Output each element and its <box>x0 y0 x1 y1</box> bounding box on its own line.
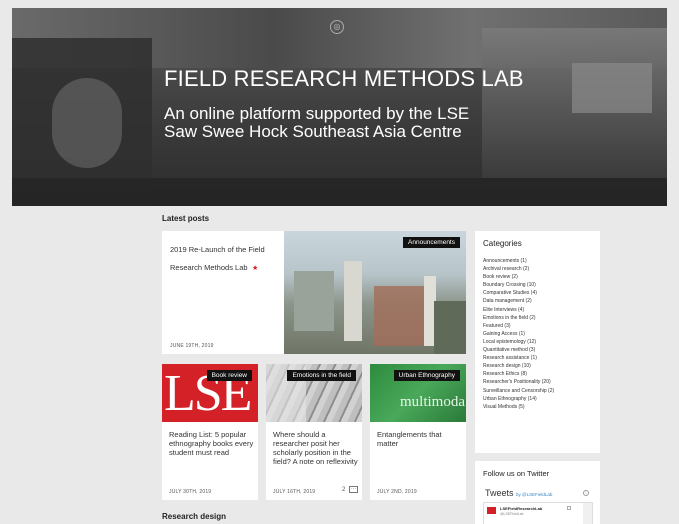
tweets-by-link[interactable]: by @LSEFieldLab <box>516 492 552 497</box>
featured-post-image[interactable]: Announcements <box>284 231 466 354</box>
post-card[interactable]: Emotions in the field Where should a res… <box>266 364 362 500</box>
city-tower <box>344 261 362 341</box>
post-date: JULY 30TH, 2019 <box>169 489 212 495</box>
post-image-lse[interactable]: LSE Book review <box>162 364 258 422</box>
tweets-label-wrap: Tweets by @LSEFieldLab <box>485 488 552 498</box>
post-category-tag[interactable]: Urban Ethnography <box>393 370 460 381</box>
category-link[interactable]: Research assistance (1) <box>483 354 554 362</box>
hero-logo-icon: ◎ <box>330 20 344 34</box>
categories-widget: Categories Announcements (1) Archival re… <box>475 231 600 453</box>
city-block <box>374 286 424 346</box>
featured-post-title[interactable]: 2019 Re-Launch of the Field Research Met… <box>170 245 265 272</box>
post-title[interactable]: Reading List: 5 popular ethnography book… <box>169 430 255 457</box>
comment-count[interactable]: 2 ··· <box>342 486 359 494</box>
category-link[interactable]: Boundary Crossing (10) <box>483 281 554 289</box>
featured-post-title-wrap[interactable]: 2019 Re-Launch of the Field Research Met… <box>170 239 280 275</box>
category-link[interactable]: Announcements (1) <box>483 257 554 265</box>
featured-post-date: JUNE 19TH, 2019 <box>170 343 214 349</box>
multimodal-text: multimoda <box>400 394 465 410</box>
tweet-timeline[interactable]: LSEFieldResearchLab @LSEFieldLab <box>483 502 593 524</box>
site-subtitle: An online platform supported by the LSE … <box>164 104 470 141</box>
category-link[interactable]: Researcher's Positionality (20) <box>483 378 554 386</box>
categories-list: Announcements (1) Archival research (2) … <box>483 257 554 411</box>
tweet-account-name[interactable]: LSEFieldResearchLab <box>500 506 542 511</box>
comment-icon: ··· <box>349 486 359 493</box>
category-link[interactable]: Surveillance and Censorship (2) <box>483 387 554 395</box>
info-icon[interactable]: i <box>583 490 589 496</box>
post-image-multimodal[interactable]: multimoda Urban Ethnography <box>370 364 466 422</box>
tweet-account-handle[interactable]: @LSEFieldLab <box>500 512 524 516</box>
city-trees <box>434 301 466 354</box>
post-card[interactable]: multimoda Urban Ethnography Entanglement… <box>370 364 466 500</box>
post-title[interactable]: Entanglements that matter <box>377 430 463 448</box>
post-title[interactable]: Where should a researcher posit her scho… <box>273 430 359 466</box>
comment-count-value: 2 <box>342 487 346 494</box>
category-link[interactable]: Data management (2) <box>483 297 554 305</box>
post-date: JULY 16TH, 2019 <box>273 489 316 495</box>
category-link[interactable]: Featured (3) <box>483 322 554 330</box>
category-link[interactable]: Gaining Access (1) <box>483 330 554 338</box>
category-link[interactable]: Quantitative method (3) <box>483 346 554 354</box>
hero-banner: ◎ FIELD RESEARCH METHODS LAB An online p… <box>12 8 667 206</box>
category-link[interactable]: Research design (10) <box>483 362 554 370</box>
category-link[interactable]: Urban Ethnography (14) <box>483 395 554 403</box>
category-link[interactable]: Research Ethics (8) <box>483 370 554 378</box>
research-design-heading[interactable]: Research design <box>162 512 226 521</box>
featured-post-card[interactable]: 2019 Re-Launch of the Field Research Met… <box>162 231 466 354</box>
site-title[interactable]: FIELD RESEARCH METHODS LAB <box>164 66 524 92</box>
category-link[interactable]: Elite Interviews (4) <box>483 306 554 314</box>
scrollbar[interactable] <box>583 503 592 524</box>
category-link[interactable]: Visual Methods (5) <box>483 403 554 411</box>
twitter-heading: Follow us on Twitter <box>483 469 550 478</box>
category-link[interactable]: Local epistemology (12) <box>483 338 554 346</box>
post-image-building[interactable]: Emotions in the field <box>266 364 362 422</box>
hero-vehicle-panel <box>572 63 652 113</box>
categories-heading: Categories <box>483 239 522 248</box>
latest-posts-heading: Latest posts <box>162 214 210 223</box>
category-link[interactable]: Archival research (2) <box>483 265 554 273</box>
city-block <box>294 271 334 331</box>
featured-star-icon: ★ <box>252 265 259 272</box>
post-category-tag[interactable]: Emotions in the field <box>287 370 356 381</box>
post-card[interactable]: LSE Book review Reading List: 5 popular … <box>162 364 258 500</box>
category-link[interactable]: Book review (2) <box>483 273 554 281</box>
category-link[interactable]: Emotions in the field (2) <box>483 314 554 322</box>
twitter-bird-icon <box>567 506 571 510</box>
category-link[interactable]: Comparative Studies (4) <box>483 289 554 297</box>
hero-blur-figure <box>52 78 122 168</box>
avatar[interactable] <box>487 507 496 514</box>
post-category-tag[interactable]: Book review <box>206 370 252 381</box>
post-date: JULY 2ND, 2019 <box>377 489 417 495</box>
featured-category-tag[interactable]: Announcements <box>403 237 460 248</box>
hero-street <box>12 178 667 206</box>
twitter-widget: Follow us on Twitter Tweets by @LSEField… <box>475 461 600 524</box>
tweets-label: Tweets <box>485 488 514 498</box>
